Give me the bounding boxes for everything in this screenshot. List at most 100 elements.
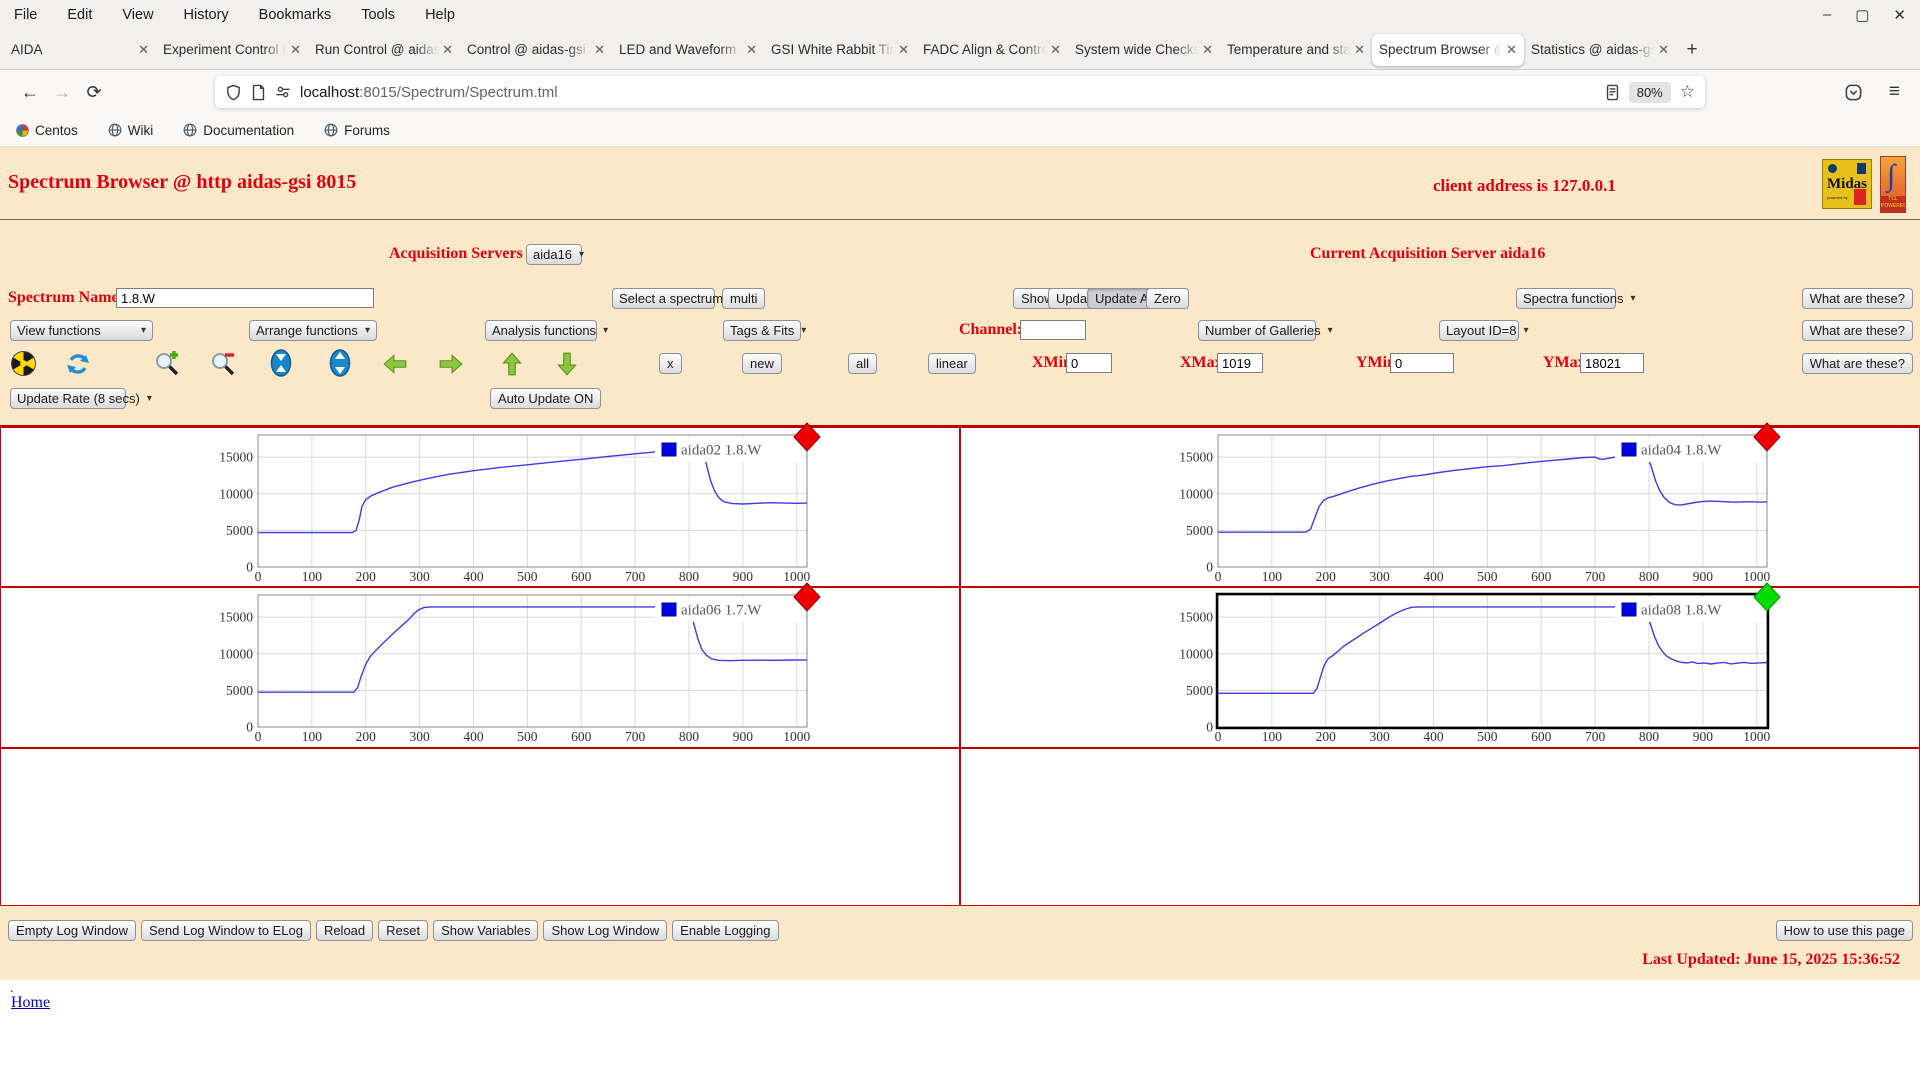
radiation-icon[interactable]	[10, 350, 37, 377]
chart-aida04[interactable]: 0 5000 10000 15000 0 100 200 300 400 500 600 700 800…	[1173, 422, 1783, 585]
hamburger-menu-icon[interactable]: ≡	[1889, 81, 1900, 103]
bookmark-documentation[interactable]: Documentation	[183, 123, 294, 138]
home-link[interactable]: Home	[11, 994, 50, 1012]
tab-led-waveform[interactable]: LED and Waveform c ✕	[612, 34, 764, 66]
zoom-out-icon[interactable]	[209, 350, 236, 377]
reader-mode-icon[interactable]	[1605, 84, 1620, 101]
chart-aida08[interactable]: 0 5000 10000 15000 0 100 200 300 400 500 600 700 800…	[1173, 582, 1783, 745]
tab-fadc-align[interactable]: FADC Align & Contro ✕	[916, 34, 1068, 66]
bookmark-forums[interactable]: Forums	[324, 123, 390, 138]
compress-vertical-icon[interactable]	[267, 348, 294, 377]
spectrum-name-input[interactable]	[116, 288, 374, 308]
number-of-galleries-dropdown[interactable]: Number of Galleries ▾	[1198, 320, 1333, 341]
show-log-window-button[interactable]: Show Log Window	[543, 920, 668, 941]
minimize-icon[interactable]: –	[1823, 6, 1831, 24]
view-functions-dropdown[interactable]: View functions ▾	[10, 320, 153, 341]
layout-id-dropdown[interactable]: Layout ID=8 ▾	[1439, 320, 1529, 341]
tab-system-checks[interactable]: System wide Checks ✕	[1068, 34, 1220, 66]
send-log-to-elog-button[interactable]: Send Log Window to ELog	[141, 920, 311, 941]
tab-aida[interactable]: AIDA ✕	[4, 34, 156, 66]
all-button[interactable]: all	[848, 353, 878, 374]
show-variables-button[interactable]: Show Variables	[433, 920, 539, 941]
zoom-level-badge[interactable]: 80%	[1628, 81, 1671, 103]
multi-button[interactable]: multi	[722, 288, 766, 309]
tune-permissions-icon[interactable]	[275, 85, 291, 99]
tab-white-rabbit[interactable]: GSI White Rabbit Tim ✕	[764, 34, 916, 66]
zoom-in-icon[interactable]	[153, 350, 180, 377]
new-button[interactable]: new	[742, 353, 782, 374]
reset-button[interactable]: Reset	[378, 920, 429, 941]
tab-close-icon[interactable]: ✕	[1046, 42, 1061, 58]
xmin-input[interactable]	[1066, 353, 1112, 373]
back-icon[interactable]: ←	[14, 82, 46, 103]
tab-control[interactable]: Control @ aidas-gsi ✕	[460, 34, 612, 66]
menu-view[interactable]: View	[122, 7, 153, 23]
empty-log-window-button[interactable]: Empty Log Window	[8, 920, 136, 941]
tab-close-icon[interactable]: ✕	[134, 42, 149, 58]
arrow-up-icon[interactable]	[498, 350, 525, 377]
tab-close-icon[interactable]: ✕	[590, 42, 605, 58]
tab-temperature[interactable]: Temperature and stat ✕	[1220, 34, 1372, 66]
reload-icon[interactable]: ⟳	[78, 82, 110, 103]
arrange-functions-dropdown[interactable]: Arrange functions ▾	[249, 320, 377, 341]
tab-close-icon[interactable]: ✕	[1654, 42, 1669, 58]
expand-vertical-icon[interactable]	[326, 348, 353, 377]
chart-aida02[interactable]: 0 5000 10000 15000 0 100 200 300 400 500 600 700 800…	[213, 422, 823, 585]
close-icon[interactable]: ✕	[1893, 6, 1906, 24]
how-to-use-button[interactable]: How to use this page	[1775, 920, 1913, 941]
what-are-these-button[interactable]: What are these?	[1801, 320, 1913, 341]
bookmark-wiki[interactable]: Wiki	[108, 123, 153, 138]
menu-tools[interactable]: Tools	[361, 7, 395, 23]
ymax-input[interactable]	[1580, 353, 1644, 373]
tab-close-icon[interactable]: ✕	[286, 42, 301, 58]
forward-icon[interactable]: →	[46, 82, 78, 103]
acquisition-server-select[interactable]: aida16 ▾	[526, 244, 584, 265]
tab-experiment-control[interactable]: Experiment Control (✕	[156, 34, 308, 66]
tab-close-icon[interactable]: ✕	[1198, 42, 1213, 58]
chart-aida06[interactable]: 0 5000 10000 15000 0 100 200 300 400 500 600 700 800…	[213, 582, 823, 745]
arrow-down-icon[interactable]	[553, 350, 580, 377]
xmax-input[interactable]	[1217, 353, 1263, 373]
tab-close-icon[interactable]: ✕	[742, 42, 757, 58]
what-are-these-button[interactable]: What are these?	[1801, 353, 1913, 374]
page-proxy-icon[interactable]	[251, 84, 266, 101]
tab-close-icon[interactable]: ✕	[1502, 42, 1517, 58]
gallery-cell-aida06[interactable]: 0 5000 10000 15000 0 100 200 300 400 500 600 700 800…	[0, 582, 960, 748]
tab-spectrum-browser[interactable]: Spectrum Browser @ ✕	[1372, 33, 1524, 66]
shield-icon[interactable]	[225, 84, 242, 101]
auto-update-button[interactable]: Auto Update ON	[490, 388, 602, 409]
select-spectrum-dropdown[interactable]: Select a spectrum▾	[612, 288, 735, 309]
bookmark-centos[interactable]: Centos	[16, 123, 78, 138]
x-button[interactable]: x	[659, 353, 682, 374]
analysis-functions-dropdown[interactable]: Analysis functions ▾	[485, 320, 608, 341]
linear-button[interactable]: linear	[928, 353, 976, 374]
tab-close-icon[interactable]: ✕	[1350, 42, 1365, 58]
enable-logging-button[interactable]: Enable Logging	[672, 920, 779, 941]
url-text[interactable]: localhost:8015/Spectrum/Spectrum.tml	[300, 84, 1596, 101]
channel-input[interactable]	[1020, 320, 1086, 340]
menu-file[interactable]: File	[14, 7, 37, 23]
tab-close-icon[interactable]: ✕	[438, 42, 453, 58]
update-rate-dropdown[interactable]: Update Rate (8 secs) ▾	[10, 388, 152, 409]
bookmark-star-icon[interactable]: ☆	[1680, 82, 1695, 102]
menu-history[interactable]: History	[184, 7, 229, 23]
tags-fits-dropdown[interactable]: Tags & Fits ▾	[723, 320, 806, 341]
pocket-icon[interactable]	[1844, 83, 1863, 102]
new-tab-button[interactable]: +	[1676, 34, 1708, 66]
tab-statistics[interactable]: Statistics @ aidas-gsi ✕	[1524, 34, 1676, 66]
spectra-functions-dropdown[interactable]: Spectra functions ▾	[1516, 288, 1635, 309]
menu-help[interactable]: Help	[425, 7, 455, 23]
menu-bookmarks[interactable]: Bookmarks	[259, 7, 332, 23]
menu-edit[interactable]: Edit	[67, 7, 92, 23]
maximize-icon[interactable]: ▢	[1855, 6, 1869, 24]
refresh-icon[interactable]	[64, 350, 91, 377]
what-are-these-button[interactable]: What are these?	[1801, 288, 1913, 309]
url-bar[interactable]: localhost:8015/Spectrum/Spectrum.tml 80%…	[215, 76, 1705, 108]
gallery-cell-aida02[interactable]: 0 5000 10000 15000 0 100 200 300 400 500 600 700 800…	[0, 422, 960, 587]
ymin-input[interactable]	[1390, 353, 1454, 373]
zero-button[interactable]: Zero	[1146, 288, 1189, 309]
arrow-right-icon[interactable]	[437, 350, 464, 377]
gallery-cell-aida08[interactable]: 0 5000 10000 15000 0 100 200 300 400 500 600 700 800…	[960, 582, 1920, 748]
gallery-cell-aida04[interactable]: 0 5000 10000 15000 0 100 200 300 400 500 600 700 800…	[960, 422, 1920, 587]
tab-run-control[interactable]: Run Control @ aidas- ✕	[308, 34, 460, 66]
